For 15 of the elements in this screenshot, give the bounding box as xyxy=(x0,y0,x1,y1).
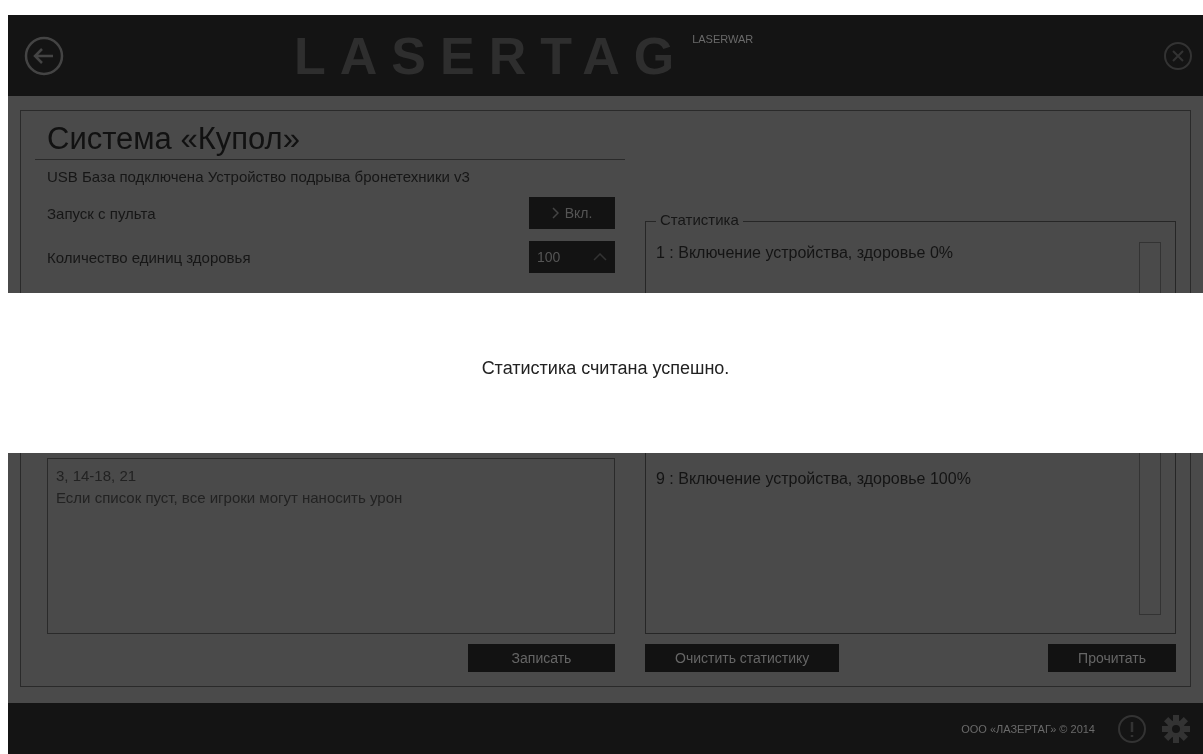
write-button[interactable]: Записать xyxy=(468,644,615,672)
copyright-text: ООО «ЛАЗЕРТАГ» © 2014 xyxy=(961,722,1095,735)
up-caret-icon[interactable] xyxy=(593,253,607,261)
clear-statistics-button[interactable]: Очистить статистику xyxy=(645,644,840,672)
info-icon[interactable] xyxy=(1117,713,1147,744)
toggle-button[interactable]: Вкл. xyxy=(529,197,615,229)
read-button[interactable]: Прочитать xyxy=(1048,644,1176,672)
chevron-icon xyxy=(551,207,559,219)
dialog-message: Статистика считана успешно. xyxy=(481,357,730,379)
page-title: Система «Купол» xyxy=(35,111,625,160)
close-icon[interactable] xyxy=(1163,40,1193,71)
number-spinner[interactable]: 100 xyxy=(529,241,615,273)
back-icon[interactable] xyxy=(24,35,64,76)
brand-text: LASERWAR xyxy=(692,33,754,45)
settings-icon[interactable] xyxy=(1161,713,1191,744)
